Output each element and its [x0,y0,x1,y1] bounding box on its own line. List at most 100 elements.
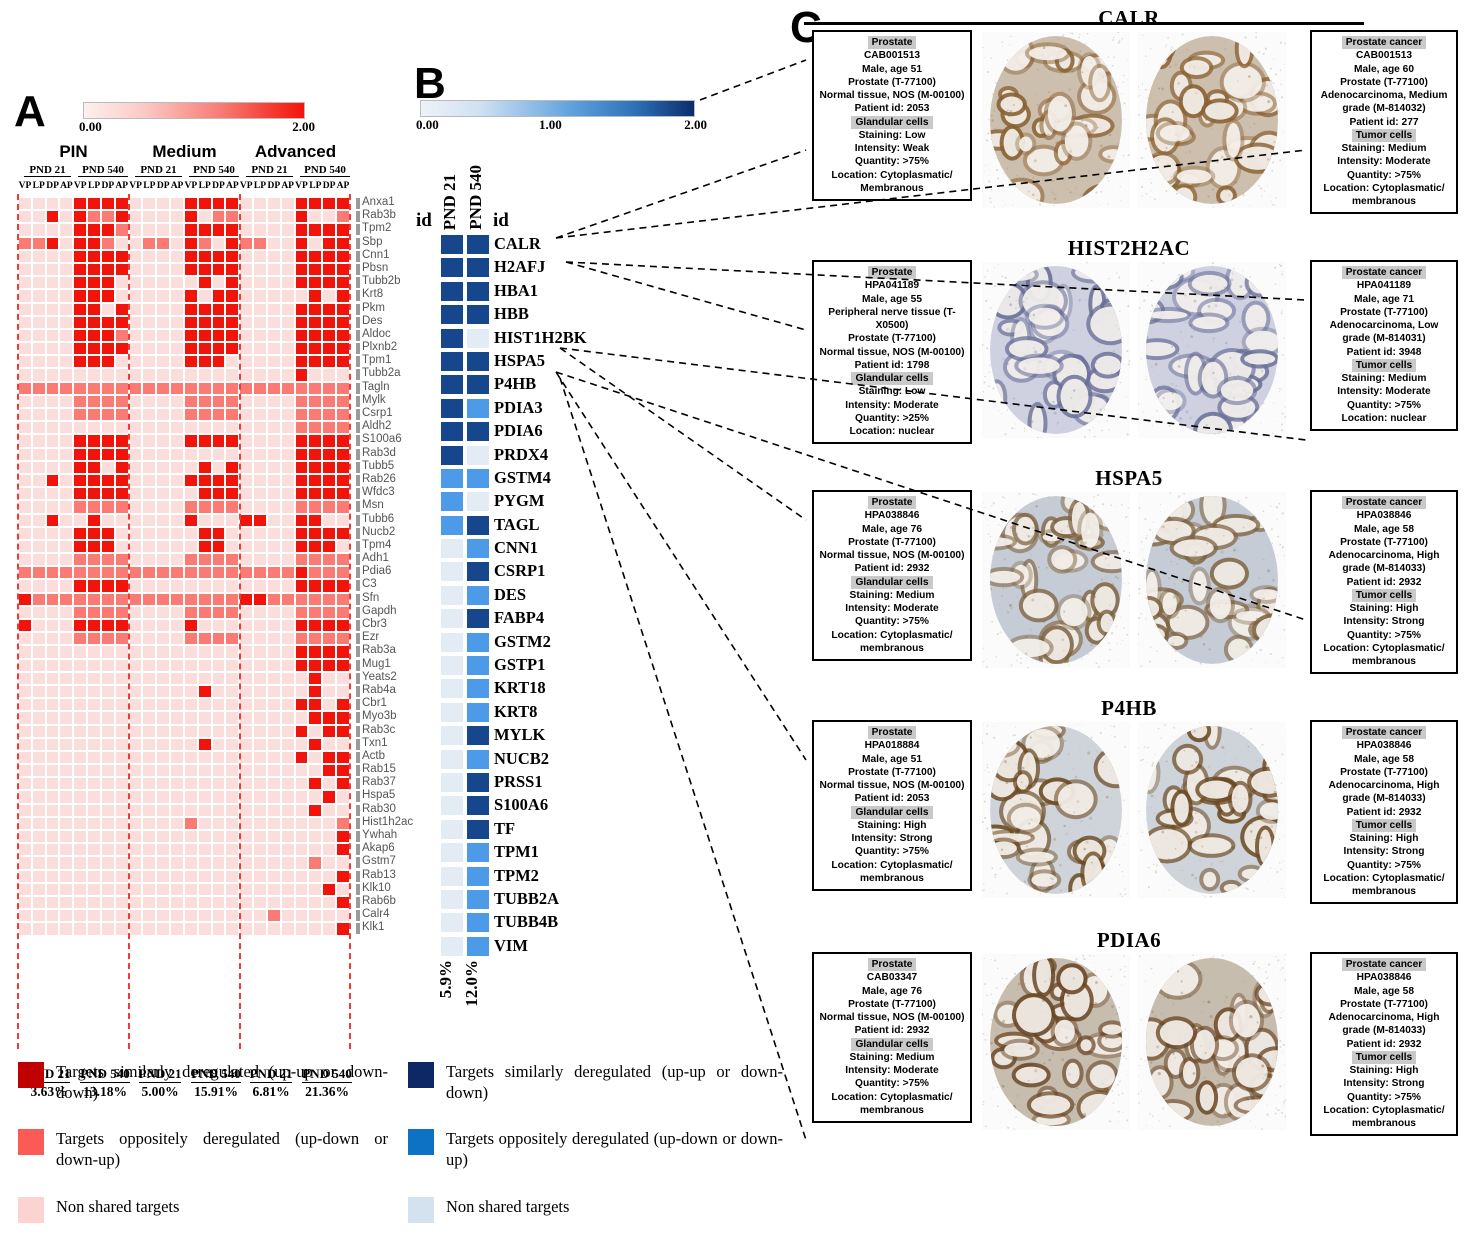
gene-label: Mylk [362,394,386,406]
panel-b-gene-label: PYGM [494,491,544,511]
heatmap-cell [18,382,32,395]
heatmap-cell [198,685,212,698]
heatmap-cell [308,619,322,632]
legend-swatch [408,1062,434,1088]
heatmap-cell [101,448,115,461]
heatmap-cell [253,395,267,408]
heatmap-cell [18,395,32,408]
heatmap-cell [308,368,322,381]
heatmap-cell [101,764,115,777]
heatmap-cell [184,527,198,540]
heatmap-cell [281,395,295,408]
heatmap-cell [295,461,309,474]
heatmap-cell [32,197,46,210]
heatmap-row: S100a6 [18,434,350,447]
heatmap-cell [73,619,87,632]
heatmap-cell [212,237,226,250]
panel-b-id-right: id [493,210,509,232]
heatmap-cell [115,685,129,698]
heatmap-cell [253,685,267,698]
heatmap-cell [59,659,73,672]
heatmap-cell [156,514,170,527]
heatmap-cell [101,342,115,355]
tissue-header-chip: Prostate [868,266,917,279]
heatmap-cell [184,434,198,447]
heatmap-cell [87,197,101,210]
heatmap-cell [267,632,281,645]
heatmap-cell [142,434,156,447]
heatmap-cell [295,606,309,619]
panel-b-gene-label: TF [494,819,515,839]
cell-type: Tumor cells [1316,819,1452,832]
heatmap-cell [267,355,281,368]
legend-entry: Targets similarly deregulated (up-up or … [408,1062,783,1103]
heatmap-cell [18,342,32,355]
heatmap-cell [129,540,143,553]
heatmap-cell [198,804,212,817]
heatmap-cell [239,355,253,368]
heatmap-cell [295,342,309,355]
heatmap-cell [156,289,170,302]
panel-b-row: TAGL [440,514,640,537]
row-tick [356,528,360,539]
heatmap-cell [184,711,198,724]
heatmap-cell [239,659,253,672]
heatmap-cell [46,645,60,658]
gene-label: Rab15 [362,763,396,775]
heatmap-cell [295,817,309,830]
heatmap-cell [336,553,350,566]
heatmap-cell [129,421,143,434]
heatmap-cell [281,329,295,342]
row-tick [356,343,360,354]
heatmap-cell [336,883,350,896]
heatmap-cell [295,645,309,658]
heatmap-cell [281,276,295,289]
panel-b-cell-pnd21 [440,702,464,723]
heatmap-cell [46,382,60,395]
panel-b-gene-label: NUCB2 [494,749,549,769]
heatmap-cell [32,368,46,381]
heatmap-cell [267,579,281,592]
legend-label: Targets oppositely deregulated (up-down … [446,1129,783,1170]
heatmap-cell [46,685,60,698]
heatmap-cell [101,909,115,922]
heatmap-cell [239,540,253,553]
heatmap-cell [115,843,129,856]
heatmap-cell [212,777,226,790]
panel-b-gene-label: TAGL [494,515,540,535]
heatmap-cell [87,395,101,408]
heatmap-cell [87,830,101,843]
heatmap-row: Tpm2 [18,223,350,236]
heatmap-cell [59,408,73,421]
panel-b-colorbar: 0.00 1.00 2.00 [420,100,695,133]
panel-a-divider-1 [128,194,130,1049]
heatmap-cell [239,527,253,540]
heatmap-cell [32,210,46,223]
heatmap-cell [73,434,87,447]
heatmap-cell [115,223,129,236]
heatmap-cell [295,593,309,606]
heatmap-cell [295,210,309,223]
row-tick [356,330,360,341]
heatmap-cell [295,434,309,447]
heatmap-cell [170,685,184,698]
heatmap-cell [101,817,115,830]
heatmap-cell [198,790,212,803]
heatmap-cell [281,579,295,592]
heatmap-cell [281,790,295,803]
panel-b-percent-pnd540: 12.0% [462,960,482,1007]
heatmap-cell [336,421,350,434]
staining-level: Staining: Medium [1316,372,1452,385]
heatmap-cell [253,303,267,316]
heatmap-cell [336,303,350,316]
heatmap-cell [156,342,170,355]
heatmap-cell [170,738,184,751]
staining-intensity: Intensity: Strong [1316,845,1452,858]
heatmap-cell [308,566,322,579]
heatmap-cell [281,856,295,869]
antibody-id: HPA038846 [818,509,966,522]
cell-type: Tumor cells [1316,129,1452,142]
heatmap-cell [156,632,170,645]
heatmap-cell [267,672,281,685]
heatmap-cell [129,474,143,487]
